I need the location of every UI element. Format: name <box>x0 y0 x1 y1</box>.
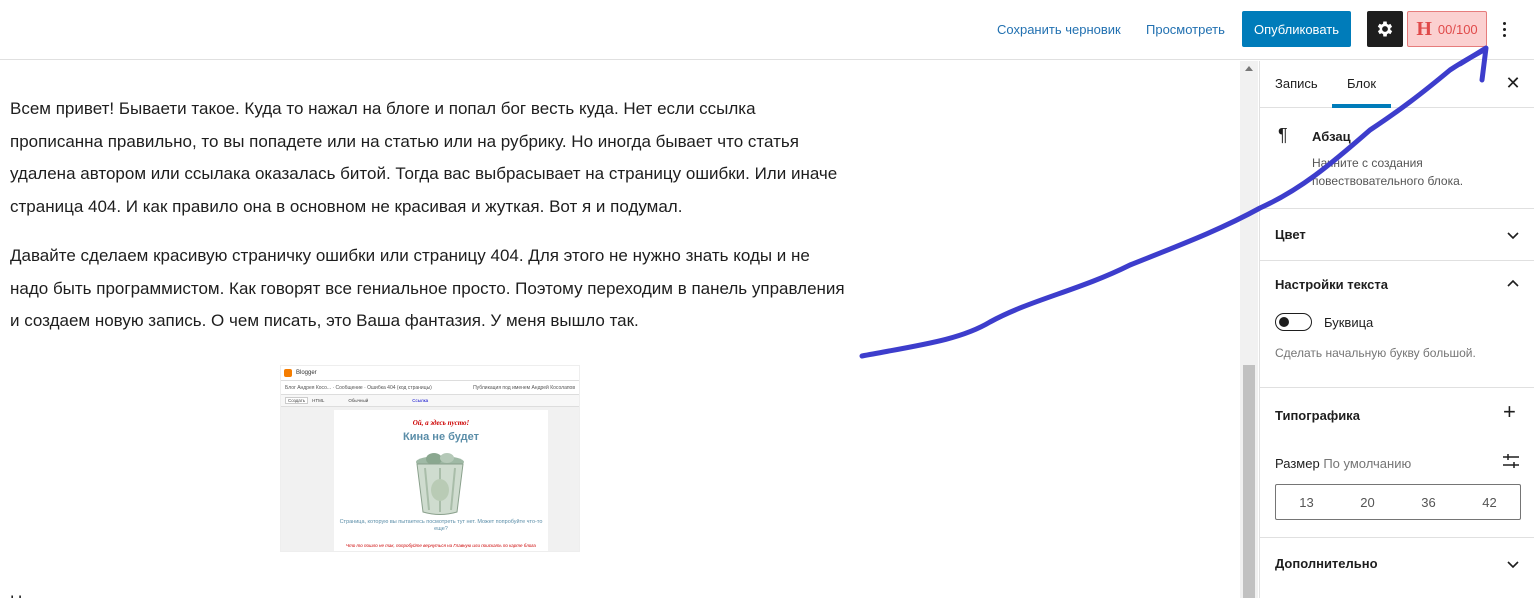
font-size-label: Размер По умолчанию <box>1275 456 1412 471</box>
block-title: Абзац <box>1312 129 1351 144</box>
paragraph-icon: ¶ <box>1278 125 1288 145</box>
font-size-option[interactable]: 36 <box>1398 485 1459 519</box>
plus-icon[interactable]: + <box>1503 401 1516 423</box>
dropcap-label: Буквица <box>1324 315 1374 330</box>
chevron-up-icon[interactable] <box>1505 276 1521 292</box>
publish-button[interactable]: Опубликовать <box>1242 11 1351 47</box>
font-size-option[interactable]: 13 <box>1276 485 1337 519</box>
save-draft-button[interactable]: Сохранить черновик <box>997 22 1121 37</box>
editor-canvas: Всем привет! Бываети такое. Куда то нажа… <box>0 61 1240 598</box>
dropcap-help: Сделать начальную букву большой. <box>1275 346 1476 360</box>
seo-logo-icon: H <box>1416 17 1432 40</box>
seo-score-button[interactable]: H 00/100 <box>1407 11 1487 47</box>
settings-sidebar: Запись Блок ✕ ¶ Абзац Начните с создания… <box>1259 61 1534 598</box>
gear-icon <box>1377 21 1393 37</box>
panel-advanced-title: Дополнительно <box>1275 556 1378 571</box>
tab-post[interactable]: Запись <box>1275 76 1318 91</box>
seo-score: 00/100 <box>1437 21 1478 37</box>
scrollbar-thumb[interactable] <box>1243 365 1255 598</box>
block-card: ¶ Абзац Начните с создания повествовател… <box>1260 109 1534 209</box>
preview-button[interactable]: Просмотреть <box>1146 22 1225 37</box>
panel-color[interactable]: Цвет <box>1260 209 1534 261</box>
panel-text-title: Настройки текста <box>1275 277 1388 292</box>
close-icon[interactable]: ✕ <box>1503 73 1523 93</box>
settings-sliders-icon[interactable] <box>1502 452 1520 470</box>
font-size-option[interactable]: 42 <box>1459 485 1520 519</box>
chevron-down-icon <box>1507 561 1519 569</box>
sidebar-tabs: Запись Блок ✕ <box>1260 61 1534 108</box>
panel-advanced[interactable]: Дополнительно <box>1260 538 1534 590</box>
chevron-down-icon <box>1507 232 1519 240</box>
scroll-up-arrow-icon[interactable] <box>1245 66 1253 71</box>
settings-button[interactable] <box>1367 11 1403 47</box>
font-size-option[interactable]: 20 <box>1337 485 1398 519</box>
trash-bin-icon <box>416 453 464 515</box>
dropcap-toggle[interactable] <box>1275 313 1312 331</box>
panel-typography: Типографика + Размер По умолчанию 13 20 … <box>1260 388 1534 538</box>
block-description: Начните с создания повествовательного бл… <box>1312 156 1464 188</box>
paragraph-block-3[interactable]: Н... <box>10 586 850 598</box>
active-tab-indicator <box>1332 104 1391 108</box>
tab-block[interactable]: Блок <box>1347 76 1376 91</box>
panel-typography-title: Типографика <box>1275 408 1360 423</box>
paragraph-block-1[interactable]: Всем привет! Бываети такое. Куда то нажа… <box>10 93 850 223</box>
dots-vertical-icon <box>1502 21 1506 25</box>
blogger-logo-icon <box>284 369 292 377</box>
content-scrollbar[interactable] <box>1240 61 1258 598</box>
editor-header: Сохранить черновик Просмотреть Опубликов… <box>0 0 1534 60</box>
image-block[interactable]: Blogger Блог Андрея Косо... · Сообщение … <box>280 365 580 552</box>
panel-text-settings: Настройки текста Буквица Сделать начальн… <box>1260 262 1534 388</box>
font-size-picker: 13 20 36 42 <box>1275 484 1521 520</box>
paragraph-block-2[interactable]: Давайте сделаем красивую страничку ошибк… <box>10 240 850 338</box>
more-options-button[interactable] <box>1494 14 1514 44</box>
panel-color-title: Цвет <box>1275 227 1306 242</box>
